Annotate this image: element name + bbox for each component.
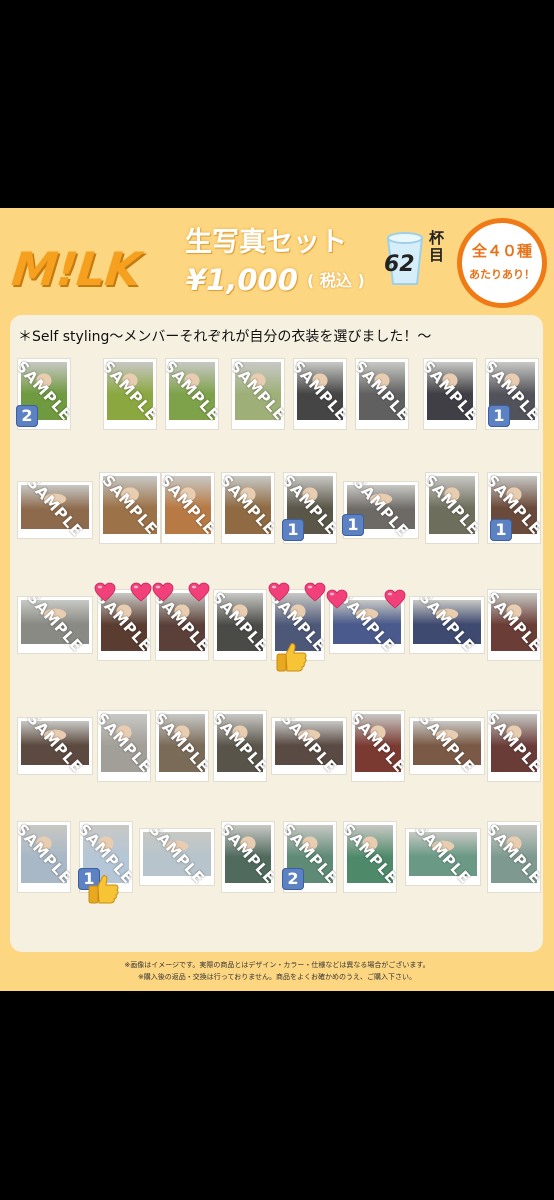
photo-card-landscape: SAMPLE [272,718,346,774]
variety-count: 全４０種 [471,242,532,260]
owned-count-badge: 1 [282,519,304,541]
owned-count-badge: 1 [342,514,364,536]
photo-card: SAMPLE [166,359,218,429]
photo-card: SAMPLE [356,359,408,429]
milk-logo: M!LK [9,242,143,296]
photo-card: SAMPLE [232,359,284,429]
photo-card: SAMPLE [100,473,160,543]
heart-icon [384,589,406,609]
photo-card: SAMPLE [488,822,540,892]
photo-card: SAMPLE [426,473,478,543]
panel-subtitle: ＊Self styling～メンバーそれぞれが自分の衣装を選びました！～ [18,329,432,345]
photo-card: SAMPLE [156,711,208,781]
photo-card: SAMPLE [424,359,476,429]
photo-card: SAMPLE [98,711,150,781]
owned-count-badge: 2 [282,868,304,890]
photo-card: SAMPLE [18,822,70,892]
photo-card-landscape: SAMPLE [410,597,484,653]
photo-card: SAMPLE [344,822,396,892]
photo-card: SAMPLE [214,711,266,781]
heart-icon [304,582,326,602]
cup-unit: 杯目 [429,229,445,264]
tax-label: ( 税込 ) [307,271,365,290]
heart-icon [152,582,174,602]
photo-card: SAMPLE [162,473,214,543]
price-label: ¥1,000 [186,263,298,297]
footnote-2: ※購入後の返品・交換は行っておりません。商品をよくお確かめのうえ、ご購入下さい。 [137,973,417,981]
owned-count-badge: 2 [16,405,38,427]
photo-card-landscape: SAMPLE [18,482,92,538]
thumbs-up-icon [276,643,307,672]
heart-icon [188,582,210,602]
chase-note: あたりあり！ [469,268,535,281]
photo-card: SAMPLE [222,473,274,543]
heart-icon [94,582,116,602]
owned-count-badge: 1 [488,405,510,427]
photo-card: SAMPLE [294,359,346,429]
photo-card-landscape: SAMPLE [140,829,214,885]
merch-poster: M!LK 生写真セット ¥1,000 ( 税込 ) 62 杯目 全４０種 あたり… [0,208,554,991]
heart-icon [130,582,152,602]
thumbs-up-icon [88,875,119,904]
footnote-1: ※画像はイメージです。実際の商品とはデザイン・カラー・仕様などは異なる場合がござ… [124,961,430,969]
photo-card: SAMPLE [488,590,540,660]
cup-count: 62 [384,252,415,277]
variety-badge-inner: 全４０種 あたりあり！ [462,223,542,303]
photo-card-landscape: SAMPLE [18,597,92,653]
photo-card: SAMPLE [222,822,274,892]
heart-icon [326,589,348,609]
photo-card: SAMPLE [488,711,540,781]
variety-badge: 全４０種 あたりあり！ [457,218,547,308]
photo-card: SAMPLE [352,711,404,781]
photo-panel: ＊Self styling～メンバーそれぞれが自分の衣装を選びました！～ SAM… [10,315,543,952]
photo-card: SAMPLE [104,359,156,429]
product-title: 生写真セット [185,227,347,258]
heart-icon [268,582,290,602]
photo-card-landscape: SAMPLE [406,829,480,885]
photo-card-landscape: SAMPLE [18,718,92,774]
photo-card: SAMPLE [214,590,266,660]
owned-count-badge: 1 [490,519,512,541]
photo-card-landscape: SAMPLE [410,718,484,774]
